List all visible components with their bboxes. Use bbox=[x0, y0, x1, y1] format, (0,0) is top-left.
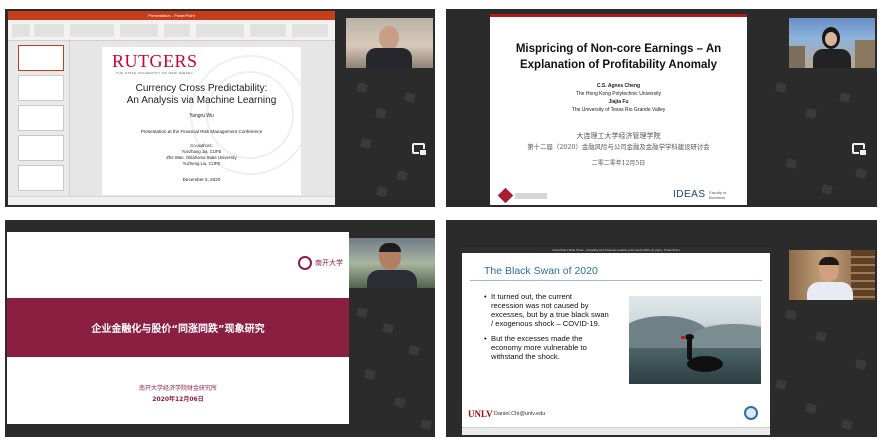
participant-body bbox=[813, 49, 851, 68]
presenter-name: Yangru Wu bbox=[189, 113, 214, 119]
ideas-logo: IDEAS bbox=[673, 189, 706, 200]
heading-rule bbox=[470, 280, 762, 281]
rutgers-logo: RUTGERS bbox=[112, 51, 198, 71]
participant-hair bbox=[379, 243, 401, 252]
polyu-logo-text bbox=[515, 193, 547, 199]
nankai-logo-text: 南开大学 bbox=[315, 259, 343, 267]
black-swan-photo bbox=[629, 296, 761, 384]
slide-thumbnail[interactable] bbox=[18, 165, 64, 191]
background-bookshelf bbox=[851, 250, 875, 300]
slideshow-status-bar bbox=[462, 427, 770, 435]
slide-nankai: 南开大学 企业金融化与股价“同涨同跌”现象研究 南开大学经济学院财金研究所 20… bbox=[7, 232, 349, 424]
unlv-logo: UNLV bbox=[468, 409, 493, 419]
slide-thumbnail[interactable] bbox=[18, 45, 64, 71]
participant-video bbox=[346, 18, 433, 68]
video-tile-4: PowerPoint Slide Show - [Volatility and … bbox=[446, 220, 877, 437]
screen-share-icon[interactable] bbox=[852, 143, 867, 156]
polyu-logo bbox=[497, 187, 514, 204]
participant-video bbox=[349, 238, 435, 288]
author-affiliation: The Hong Kong Polytechnic University bbox=[575, 91, 662, 97]
slide-thumbnail[interactable] bbox=[18, 105, 64, 131]
participant-body bbox=[366, 48, 412, 68]
participant-body bbox=[807, 282, 853, 300]
nankai-logo bbox=[298, 256, 312, 270]
background-building bbox=[789, 46, 805, 68]
conference-date: 二零二零年12月5日 bbox=[591, 160, 646, 167]
slide-canvas: RUTGERS THE STATE UNIVERSITY OF NEW JERS… bbox=[70, 41, 335, 196]
video-tile-2: Mispricing of Non-core Earnings – An Exp… bbox=[446, 9, 877, 207]
slide-heading: The Black Swan of 2020 bbox=[484, 265, 598, 277]
slide-title: Mispricing of Non-core Earnings – An Exp… bbox=[515, 43, 722, 71]
slide-title: 企业金融化与股价“同涨同跌”现象研究 bbox=[91, 324, 265, 335]
coauthors: Co-authors: Yuezhang Jia, CUFE Zhe Wan, … bbox=[166, 143, 237, 166]
background-building bbox=[855, 40, 875, 68]
swan-beak bbox=[681, 336, 686, 339]
bullet-point: • It turned out, the current recession w… bbox=[484, 292, 609, 328]
faculty-label: Faculty of Business bbox=[709, 190, 727, 200]
slide-thumbnail-panel[interactable] bbox=[8, 41, 70, 196]
participant-body bbox=[367, 270, 417, 288]
window-title-bar: Presentation - PowerPoint bbox=[8, 11, 335, 20]
participant-video bbox=[789, 18, 875, 68]
ribbon-toolbar[interactable] bbox=[8, 20, 335, 41]
conference-name: 第十二届（2020）金融风险与公司金融及金融学学科建设研讨会 bbox=[527, 143, 710, 151]
participant-video bbox=[789, 250, 875, 300]
slide-thumbnail[interactable] bbox=[18, 75, 64, 101]
status-bar bbox=[8, 196, 335, 205]
participant-hair bbox=[819, 257, 839, 265]
institute-name: 南开大学经济学院财金研究所 bbox=[138, 385, 217, 392]
conference-host: 大连理工大学经济管理学院 bbox=[576, 132, 661, 140]
presenter-email: Daniel.Chi@unlv.edu bbox=[494, 411, 546, 417]
rutgers-logo-subtitle: THE STATE UNIVERSITY OF NEW JERSEY bbox=[116, 71, 194, 75]
venue-text: Presentation at the Financial Risk Manag… bbox=[140, 129, 263, 134]
video-tile-3: 南开大学 企业金融化与股价“同涨同跌”现象研究 南开大学经济学院财金研究所 20… bbox=[5, 220, 435, 437]
swan-head bbox=[685, 334, 694, 340]
author-name: Jiajia Fu bbox=[608, 99, 629, 105]
window-title-bar: PowerPoint Slide Show - [Volatility and … bbox=[462, 247, 770, 253]
screen-share-icon[interactable] bbox=[412, 143, 427, 156]
participant-face bbox=[825, 32, 837, 46]
slide-rutgers: RUTGERS THE STATE UNIVERSITY OF NEW JERS… bbox=[102, 47, 301, 195]
author-affiliation: The University of Texas Rio Grande Valle… bbox=[571, 107, 666, 113]
video-tile-1: Presentation - PowerPoint RUTGERS THE ST… bbox=[5, 9, 435, 207]
bullet-point: • But the excesses made the economy more… bbox=[484, 334, 587, 361]
slide-thumbnail[interactable] bbox=[18, 135, 64, 161]
swan-body bbox=[687, 356, 723, 372]
slide-mispricing: Mispricing of Non-core Earnings – An Exp… bbox=[490, 14, 747, 205]
powerpoint-window: Presentation - PowerPoint RUTGERS THE ST… bbox=[8, 11, 335, 205]
university-seal-icon bbox=[744, 406, 758, 420]
slideshow-window: PowerPoint Slide Show - [Volatility and … bbox=[462, 247, 770, 435]
author-name: C.S. Agnes Cheng bbox=[596, 83, 641, 89]
participant-head bbox=[379, 26, 399, 50]
slide-date: December 5, 2020 bbox=[182, 177, 221, 182]
slide-date: 2020年12月06日 bbox=[152, 396, 204, 403]
slide-title: Currency Cross Predictability: An Analys… bbox=[126, 83, 277, 106]
